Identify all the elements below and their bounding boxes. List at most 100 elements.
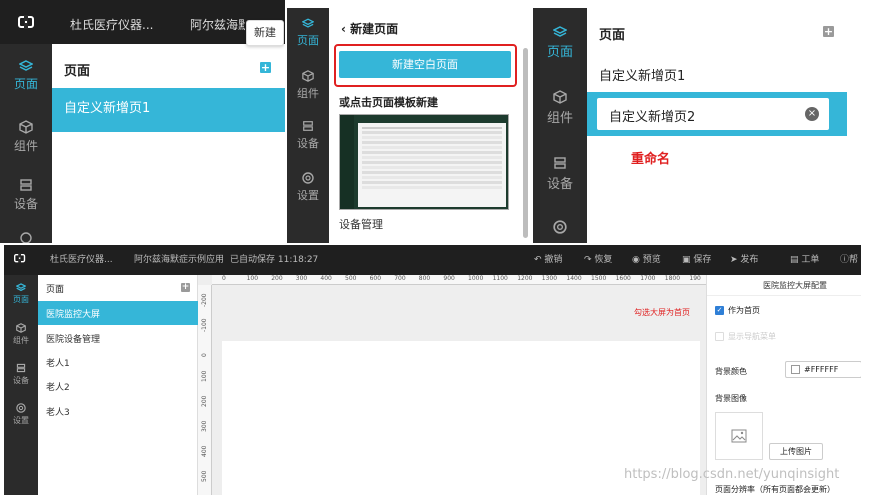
- page-item-label: 自定义新增页1: [64, 101, 151, 116]
- rail-label: 组件: [13, 139, 38, 153]
- rail-item-components[interactable]: 组件: [533, 90, 587, 126]
- upload-image-button[interactable]: 上传图片: [769, 443, 823, 460]
- rail-item-devices[interactable]: 设备: [287, 120, 329, 151]
- rename-input[interactable]: 自定义新增页2 ×: [597, 98, 829, 130]
- ticket-button[interactable]: ▤ 工单: [790, 245, 819, 275]
- page-item-renaming: 自定义新增页2 ×: [587, 92, 847, 136]
- add-page-button[interactable]: +: [260, 62, 271, 73]
- homepage-checkbox[interactable]: ✓: [715, 306, 724, 315]
- panel-rename: 页面 组件 设备 页面 + 自定义新增页1 自定义新增页2 × 重命名: [533, 8, 847, 243]
- vruler-tick: 100: [201, 370, 208, 382]
- eye-icon: ◉: [632, 255, 640, 265]
- panel2-scrollbar[interactable]: [523, 48, 528, 238]
- pages-header: 页面: [46, 285, 65, 295]
- page-item[interactable]: 自定义新增页1: [599, 65, 685, 84]
- rail-item-pages[interactable]: 页面: [287, 18, 329, 48]
- rail-item-devices[interactable]: 设备: [533, 156, 587, 192]
- page-item-selected[interactable]: 医院监控大屏: [38, 301, 198, 325]
- new-blank-page-button[interactable]: 新建空白页面: [339, 51, 511, 78]
- app-tab[interactable]: 阿尔兹海默: [190, 16, 245, 33]
- rename-input-value: 自定义新增页2: [609, 110, 696, 125]
- back-header[interactable]: ‹ 新建页面: [341, 20, 398, 37]
- add-page-button[interactable]: +: [823, 26, 834, 37]
- clear-icon[interactable]: ×: [805, 107, 819, 121]
- ruler-tick: 300: [295, 275, 308, 282]
- undo-button[interactable]: ↶ 撤销: [534, 245, 562, 275]
- rename-annotation: 重命名: [631, 152, 671, 167]
- page-item-selected[interactable]: 自定义新增页1: [52, 88, 285, 132]
- rail-label: 组件: [13, 336, 29, 345]
- help-icon: ⓘ: [840, 255, 850, 265]
- ruler-tick: 1200: [517, 275, 533, 282]
- ruler-tick: 1600: [615, 275, 631, 282]
- image-placeholder[interactable]: [715, 412, 763, 460]
- page-item[interactable]: 医院设备管理: [46, 332, 100, 345]
- redo-button[interactable]: ↷ 恢复: [584, 245, 612, 275]
- ruler-tick: 1300: [541, 275, 558, 282]
- rail-item-settings[interactable]: [533, 220, 587, 237]
- rail-item-devices[interactable]: 设备: [4, 363, 38, 386]
- preview-button[interactable]: ◉ 预览: [632, 245, 661, 275]
- help-button[interactable]: ⓘ帮: [840, 245, 858, 275]
- ruler-tick: 600: [369, 275, 382, 282]
- rail-item-settings[interactable]: 设置: [4, 403, 38, 426]
- vruler-tick: 300: [201, 420, 208, 432]
- ruler-tick: 200: [271, 275, 283, 282]
- rail-item-settings[interactable]: [0, 232, 52, 243]
- editor-topbar: 杜氏医疗仪器... 阿尔兹海默症示例应用 已自动保存 11:18:27 ↶ 撤销…: [4, 245, 861, 275]
- config-divider: [707, 295, 861, 296]
- rail-item-pages[interactable]: 页面: [533, 26, 587, 60]
- nav-checkbox[interactable]: [715, 332, 724, 341]
- device-icon: [0, 178, 52, 195]
- page-item[interactable]: 老人3: [46, 405, 70, 418]
- rail-item-components[interactable]: 组件: [4, 323, 38, 346]
- rail-item-settings[interactable]: 设置: [287, 172, 329, 203]
- vruler-tick: 200: [201, 395, 208, 407]
- ruler-tick: 1700: [640, 275, 656, 282]
- vruler-tick: -100: [201, 318, 208, 332]
- template-name: 设备管理: [339, 218, 383, 231]
- panel1-rail: 页面 组件 设备: [0, 44, 52, 243]
- back-title: 新建页面: [350, 22, 399, 36]
- template-thumbnail[interactable]: [339, 114, 509, 210]
- panel-pages-list: 杜氏医疗仪器... 阿尔兹海默 新建 页面 组件 设备 页面 + 自定义新增页1: [0, 0, 285, 243]
- canvas-area: 0 100 200 300 400 500 600 700 800 900 1000 1100 1200…: [198, 275, 706, 495]
- rail-label: 设备: [546, 177, 573, 192]
- rail-label: 组件: [546, 111, 573, 126]
- ticket-icon: ▤: [790, 255, 799, 265]
- project-tab[interactable]: 杜氏医疗仪器...: [50, 245, 113, 275]
- ruler-tick: 100: [246, 275, 259, 282]
- vruler-tick: -200: [201, 293, 208, 307]
- bg-color-input[interactable]: #FFFFFF: [785, 361, 861, 378]
- rail-item-components[interactable]: 组件: [287, 70, 329, 101]
- rail-item-devices[interactable]: 设备: [0, 178, 52, 212]
- app-tab[interactable]: 阿尔兹海默症示例应用: [134, 245, 224, 275]
- publish-button[interactable]: ➤ 发布: [730, 245, 758, 275]
- project-tab[interactable]: 杜氏医疗仪器...: [70, 16, 153, 33]
- page-item[interactable]: 老人1: [46, 356, 70, 369]
- editor-window: 杜氏医疗仪器... 阿尔兹海默症示例应用 已自动保存 11:18:27 ↶ 撤销…: [4, 245, 861, 495]
- panel-new-page: 页面 组件 设备 设置 ‹ 新建页面 新建空白页面 或点击页面模板新建 设备管理: [287, 8, 531, 243]
- settings-icon: [4, 403, 38, 415]
- vruler-tick: 0: [201, 353, 208, 357]
- rail-item-components[interactable]: 组件: [0, 120, 52, 154]
- cube-icon: [287, 70, 329, 85]
- rail-item-pages[interactable]: 页面: [4, 283, 38, 305]
- settings-icon: [533, 220, 587, 237]
- bg-image-label: 背景图像: [715, 394, 747, 403]
- ruler-tick: 1100: [492, 275, 508, 282]
- page-item-label: 医院监控大屏: [46, 310, 101, 320]
- save-button[interactable]: ▣ 保存: [682, 245, 711, 275]
- rail-item-pages[interactable]: 页面: [0, 60, 52, 92]
- add-page-button[interactable]: +: [181, 283, 190, 292]
- page-item[interactable]: 老人2: [46, 380, 70, 393]
- bg-color-value: #FFFFFF: [804, 365, 839, 374]
- cube-icon: [533, 90, 587, 107]
- cube-icon: [4, 323, 38, 335]
- app-logo[interactable]: [18, 15, 34, 29]
- app-logo[interactable]: [14, 253, 26, 264]
- layers-icon: [4, 283, 38, 294]
- vruler-tick: 500: [201, 470, 208, 482]
- panel1-topbar: 杜氏医疗仪器... 阿尔兹海默: [0, 0, 285, 44]
- ruler-tick: 1500: [591, 275, 607, 282]
